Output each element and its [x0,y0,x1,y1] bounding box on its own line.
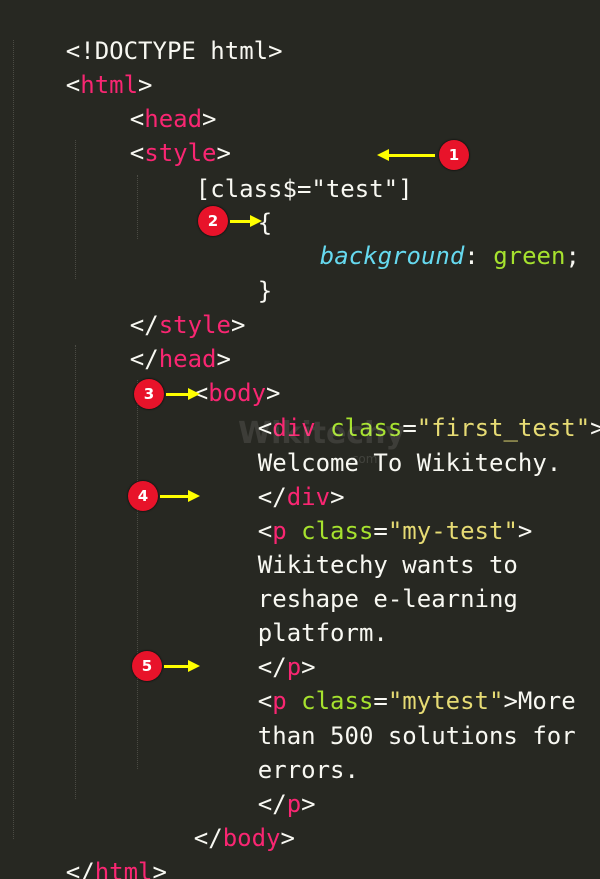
code-line-p2-text-3: errors. [257,756,359,784]
code-line-doctype: <!DOCTYPE html> [8,0,283,65]
annotation-5: 5 [132,651,200,681]
annotation-2: 2 [198,206,262,236]
code-line-div-close: </div> [257,483,345,511]
annotation-badge: 1 [439,140,469,170]
code-line-head-open: <head> [129,105,217,133]
annotation-badge: 4 [128,481,158,511]
css-value: green [493,242,566,270]
annotation-badge: 5 [132,651,162,681]
code-line-p2-open: <p class="mytest">More [257,687,576,715]
watermark-logo: Wikitechy [238,416,405,451]
code-line-head-close: </head> [129,345,231,373]
code-line-p2-text-2: than 500 solutions for [257,722,576,750]
arrow-right-icon [166,387,200,400]
code-line-body-open: <body> [193,379,281,407]
code-line-div-open: <div class="first_test"> [257,414,600,442]
arrow-right-icon [164,659,200,672]
code-line-p1-open: <p class="my-test"> [257,517,533,545]
indent-guide [75,345,76,799]
code-line-html-close: </html> [65,858,167,879]
code-line-style-close: </style> [129,311,246,339]
code-line-close-brace: } [257,277,273,305]
annotation-1: 1 [377,140,469,170]
code-line-p2-close: </p> [257,790,316,818]
annotation-badge: 3 [134,379,164,409]
code-line-declaration: background: green; [319,242,580,270]
arrow-right-icon [160,489,200,502]
code-line-selector: [class$="test"] [138,138,413,203]
indent-guide [13,40,14,839]
code-line-html-open: <html> [65,71,153,99]
code-editor: <!DOCTYPE html> <html> <head> <style> [c… [0,0,600,879]
annotation-badge: 2 [198,206,228,236]
code-line-style-open: <style> [129,139,231,167]
watermark-domain: .com [348,452,378,466]
annotation-4: 4 [128,481,200,511]
code-line-p1-text-1: Wikitechy wants to [257,551,518,579]
code-line-p1-close: </p> [257,653,316,681]
code-line-p1-text-2: reshape e-learning [257,585,518,613]
annotation-3: 3 [134,379,200,409]
code-line-p1-text-3: platform. [257,619,388,647]
arrow-right-icon [230,214,262,227]
code-line-body-close: </body> [193,824,295,852]
arrow-left-icon [377,148,435,161]
css-property: background [319,242,465,270]
code-line-open-brace: { [257,209,273,237]
